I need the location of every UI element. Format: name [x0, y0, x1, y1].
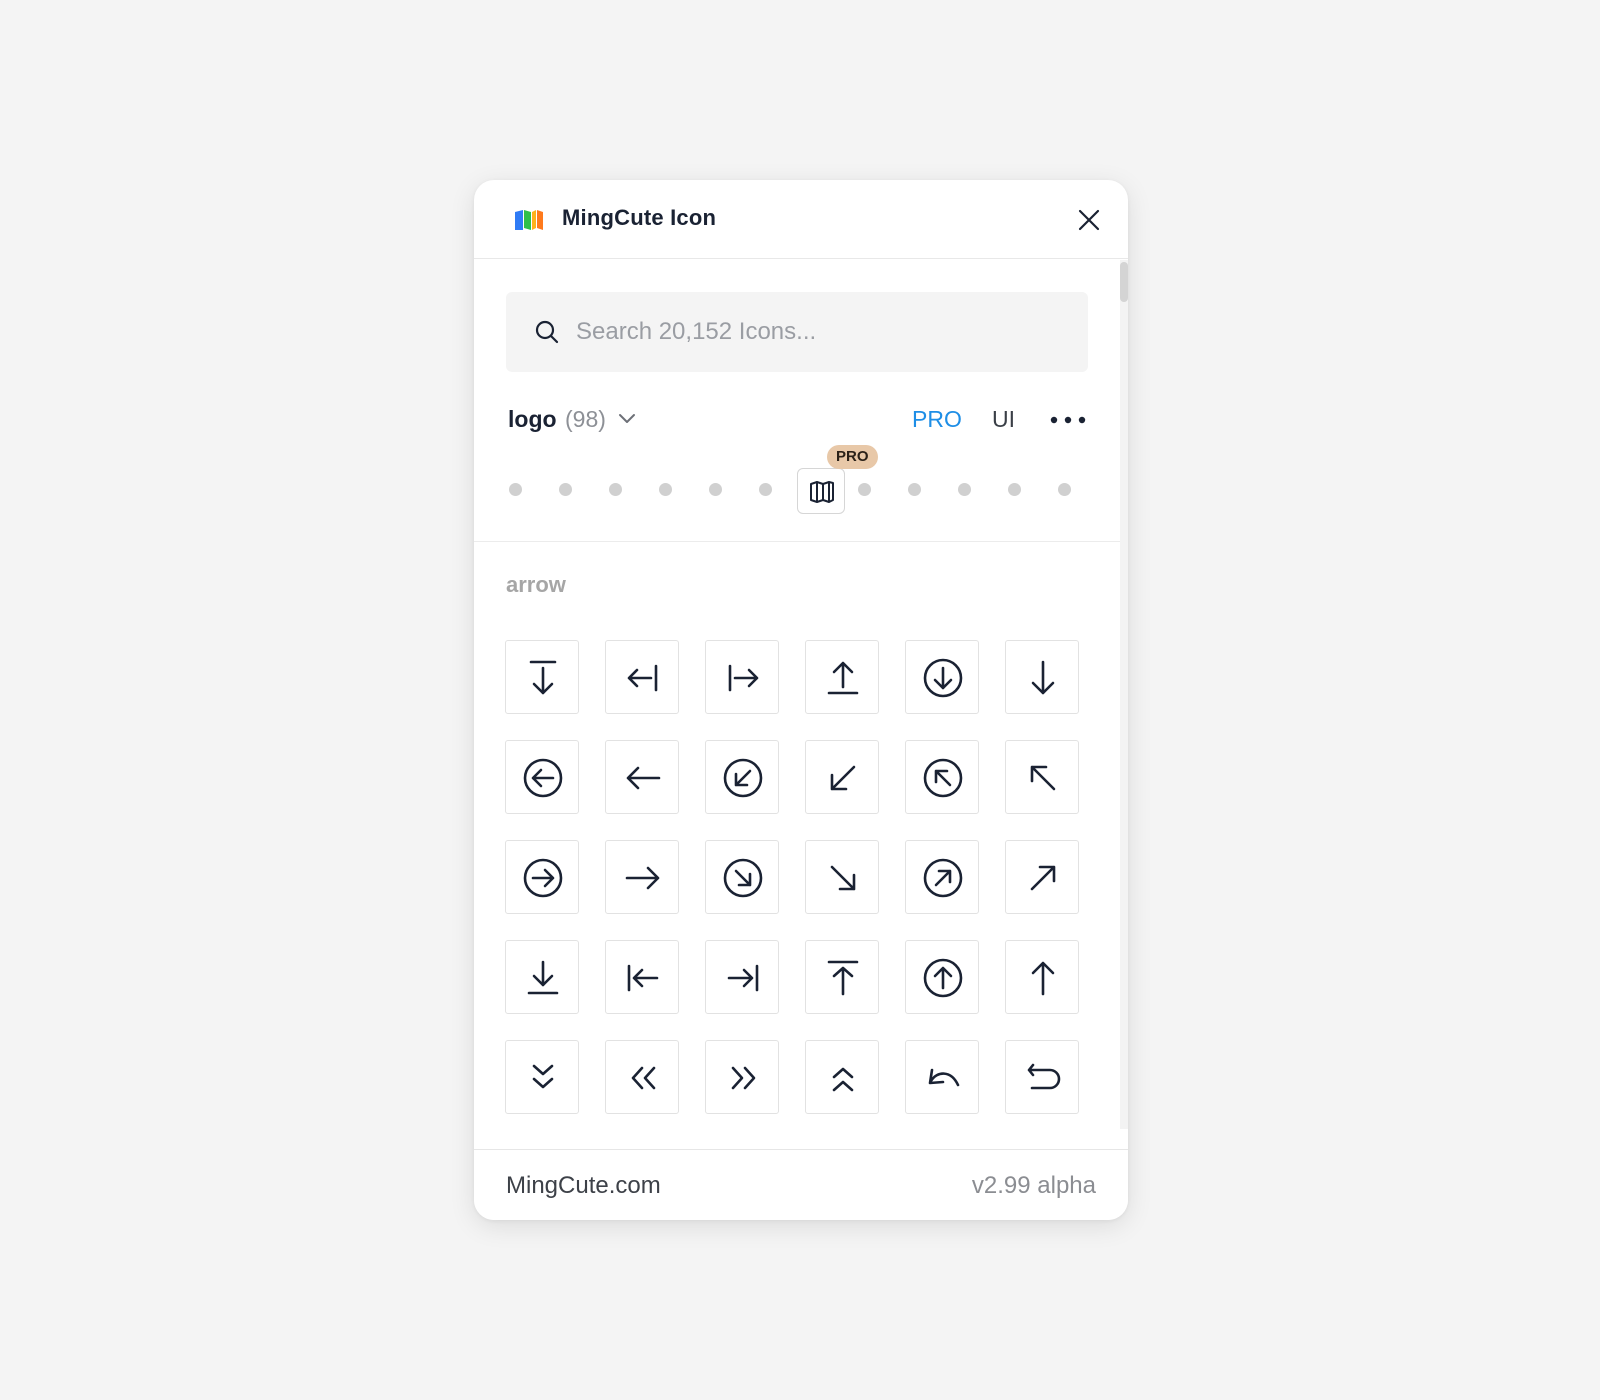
panel-footer: MingCute.com v2.99 alpha	[474, 1149, 1128, 1220]
arrow-left-down-icon	[830, 765, 856, 791]
arrow-left-circle-icon	[523, 758, 563, 798]
arrow-to-right-bar-icon	[727, 964, 759, 992]
icon-tile[interactable]	[1005, 640, 1079, 714]
icon-tile[interactable]	[605, 640, 679, 714]
arrow-to-left-bar-icon	[627, 964, 659, 992]
more-icon[interactable]	[1050, 416, 1086, 424]
arrow-right-down-icon	[830, 865, 856, 891]
arrow-up-icon	[1031, 961, 1055, 996]
icon-tile[interactable]	[505, 840, 579, 914]
search-icon	[535, 320, 559, 344]
arrows-left-icon	[631, 1066, 656, 1090]
icon-tile[interactable]	[505, 1040, 579, 1114]
arrow-right-up-circle-icon	[923, 858, 963, 898]
download-icon	[527, 960, 559, 995]
arrow-left-up-circle-icon	[923, 758, 963, 798]
style-dot[interactable]	[958, 483, 971, 496]
style-dot[interactable]	[509, 483, 522, 496]
arrow-down-icon	[1031, 660, 1055, 695]
icon-tile[interactable]	[905, 640, 979, 714]
tab-pro[interactable]: PRO	[912, 406, 962, 433]
version-label: v2.99 alpha	[971, 1172, 1096, 1199]
icon-tile[interactable]	[1005, 840, 1079, 914]
icon-tile[interactable]	[805, 840, 879, 914]
arrow-to-right-icon	[728, 664, 759, 692]
app-title: MingCute Icon	[562, 205, 717, 230]
style-dot[interactable]	[759, 483, 772, 496]
arrow-right-circle-icon	[523, 858, 563, 898]
arrows-right-icon	[731, 1066, 756, 1090]
arrow-right-up-icon	[1030, 865, 1056, 891]
icon-tile[interactable]	[505, 940, 579, 1014]
close-icon[interactable]	[1076, 207, 1102, 233]
arrow-down-circle-icon	[923, 658, 963, 698]
scroll-area[interactable]: logo (98) PRO UI	[474, 260, 1120, 1129]
map-icon	[810, 481, 834, 503]
arrow-to-down-icon	[529, 660, 557, 695]
panel-header: MingCute Icon	[474, 180, 1128, 259]
filter-row: logo (98) PRO UI	[508, 400, 1096, 440]
tab-ui[interactable]: UI	[992, 406, 1015, 433]
style-dot[interactable]	[659, 483, 672, 496]
arrow-right-down-circle-icon	[723, 858, 763, 898]
icon-tile[interactable]	[805, 640, 879, 714]
site-link[interactable]: MingCute.com	[506, 1172, 661, 1200]
arrows-up-icon	[832, 1067, 854, 1092]
back-2-icon	[1027, 1063, 1061, 1090]
search-box[interactable]	[506, 292, 1088, 372]
scrollbar-thumb[interactable]	[1120, 262, 1128, 302]
icon-tile[interactable]	[705, 640, 779, 714]
chevron-down-icon[interactable]	[618, 412, 636, 426]
icon-tile[interactable]	[905, 840, 979, 914]
mingcute-logo-icon	[515, 210, 543, 230]
style-dot[interactable]	[908, 483, 921, 496]
category-count: (98)	[565, 406, 606, 432]
section-label: arrow	[506, 572, 566, 597]
icon-tile[interactable]	[1005, 1040, 1079, 1114]
icon-tile[interactable]	[505, 740, 579, 814]
pro-badge: PRO	[827, 445, 878, 469]
arrow-left-up-icon	[1030, 765, 1056, 791]
arrow-left-down-circle-icon	[723, 758, 763, 798]
icon-tile[interactable]	[605, 940, 679, 1014]
category-dropdown[interactable]: logo	[508, 406, 557, 433]
icon-tile[interactable]	[705, 1040, 779, 1114]
back-icon	[928, 1068, 960, 1087]
style-dot[interactable]	[1008, 483, 1021, 496]
search-input[interactable]	[576, 292, 1076, 372]
arrow-up-circle-icon	[923, 958, 963, 998]
style-selected[interactable]	[797, 468, 845, 514]
icon-tile[interactable]	[1005, 740, 1079, 814]
icon-tile[interactable]	[705, 740, 779, 814]
arrow-left-icon	[626, 766, 661, 790]
icon-tile[interactable]	[605, 840, 679, 914]
icon-tile[interactable]	[605, 1040, 679, 1114]
icon-tile[interactable]	[605, 740, 679, 814]
icon-tile[interactable]	[905, 940, 979, 1014]
icon-tile[interactable]	[905, 740, 979, 814]
arrow-to-up-icon	[827, 960, 859, 996]
style-dot[interactable]	[709, 483, 722, 496]
icon-picker-panel: MingCute Icon logo (98) PRO UI	[474, 180, 1128, 1220]
style-dot[interactable]	[609, 483, 622, 496]
arrow-up-line-icon	[827, 661, 859, 695]
icon-tile[interactable]	[905, 1040, 979, 1114]
icon-tile[interactable]	[705, 940, 779, 1014]
divider	[474, 541, 1120, 542]
style-selector: PRO	[506, 445, 1096, 520]
icon-tile[interactable]	[805, 1040, 879, 1114]
icon-tile[interactable]	[805, 940, 879, 1014]
icon-tile[interactable]	[505, 640, 579, 714]
scrollbar[interactable]	[1120, 260, 1128, 1129]
icon-tile[interactable]	[805, 740, 879, 814]
style-dot[interactable]	[858, 483, 871, 496]
arrow-to-left-icon	[627, 664, 658, 692]
icon-tile[interactable]	[705, 840, 779, 914]
arrows-down-icon	[532, 1064, 554, 1089]
style-dot[interactable]	[1058, 483, 1071, 496]
arrow-right-icon	[625, 866, 660, 890]
icon-tile[interactable]	[1005, 940, 1079, 1014]
style-dot[interactable]	[559, 483, 572, 496]
